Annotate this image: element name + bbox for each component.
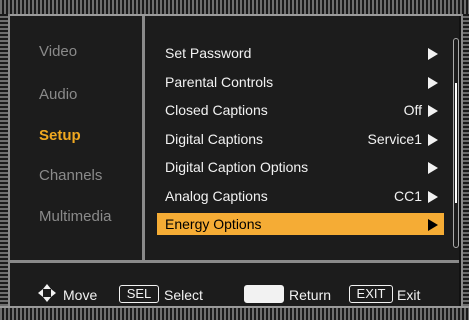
category-audio[interactable]: Audio xyxy=(39,86,77,103)
category-channels[interactable]: Channels xyxy=(39,167,102,184)
right-border xyxy=(461,14,469,306)
return-hint: Return xyxy=(289,287,332,303)
category-video[interactable]: Video xyxy=(39,43,77,60)
bottom-border xyxy=(0,306,469,320)
menu-item-label: Digital Caption Options xyxy=(165,159,309,175)
menu-item-value: Off xyxy=(403,102,422,118)
menu-item-label: Digital Captions xyxy=(165,131,264,147)
menu-item-digital-caption-options[interactable]: Digital Caption Options xyxy=(157,156,444,178)
menu-item-value: CC1 xyxy=(393,188,422,204)
top-border xyxy=(0,0,469,16)
return-key-icon xyxy=(244,285,284,303)
footer-bar: Move SEL Select Return EXIT Exit xyxy=(10,263,459,306)
menu-item-value: Service1 xyxy=(367,131,422,147)
exit-key: EXIT xyxy=(349,285,393,303)
sel-key: SEL xyxy=(119,285,159,303)
menu-item-energy-options[interactable]: Energy Options xyxy=(157,213,444,235)
four-way-arrows-icon xyxy=(38,284,56,302)
scrollbar-thumb[interactable] xyxy=(455,83,457,203)
menu-item-closed-captions[interactable]: Closed Captions Off xyxy=(157,99,444,121)
menu-item-label: Closed Captions xyxy=(165,102,268,118)
tv-settings-screen: Video Audio Setup Channels Multimedia Se… xyxy=(0,0,469,320)
menu-item-label: Set Password xyxy=(165,45,252,61)
exit-hint: Exit xyxy=(397,287,421,303)
category-multimedia[interactable]: Multimedia xyxy=(39,208,112,225)
left-border xyxy=(0,14,10,306)
arrow-right-icon xyxy=(428,162,438,174)
menu-item-analog-captions[interactable]: Analog Captions CC1 xyxy=(157,185,444,207)
arrow-right-icon xyxy=(428,77,438,89)
move-hint: Move xyxy=(63,287,98,303)
menu-item-digital-captions[interactable]: Digital Captions Service1 xyxy=(157,128,444,150)
arrow-right-icon xyxy=(428,105,438,117)
menu-item-set-password[interactable]: Set Password xyxy=(157,42,444,64)
menu-item-parental-controls[interactable]: Parental Controls xyxy=(157,71,444,93)
arrow-right-icon xyxy=(428,48,438,60)
menu-item-label: Parental Controls xyxy=(165,74,274,90)
arrow-right-icon xyxy=(428,134,438,146)
arrow-right-icon xyxy=(428,191,438,203)
menu-item-label: Analog Captions xyxy=(165,188,268,204)
category-setup[interactable]: Setup xyxy=(39,127,81,144)
panel-divider xyxy=(142,16,145,260)
menu-item-label: Energy Options xyxy=(165,216,262,232)
select-hint: Select xyxy=(164,287,203,303)
arrow-right-icon xyxy=(428,219,438,231)
menu-scrollbar[interactable] xyxy=(453,38,459,248)
